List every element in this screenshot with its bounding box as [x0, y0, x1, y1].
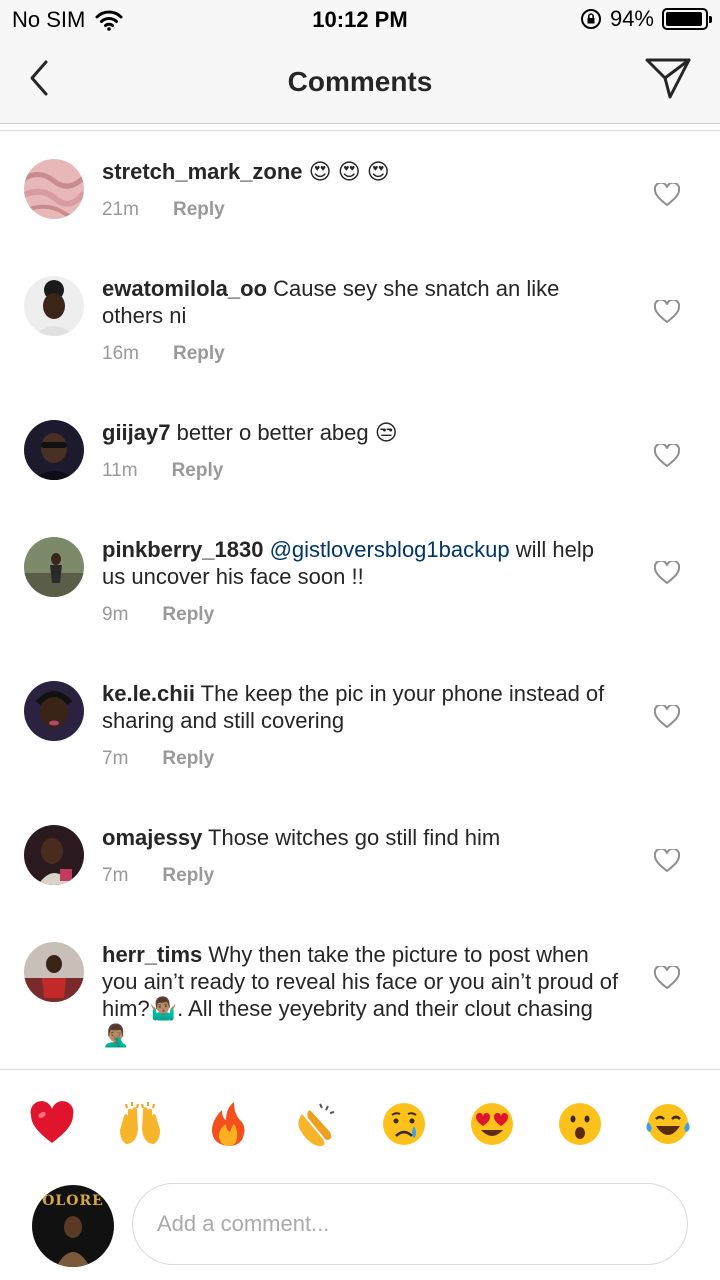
reply-button[interactable]: Reply	[162, 748, 214, 770]
comment-username[interactable]: ewatomilola_oo	[102, 276, 267, 301]
avatar[interactable]	[24, 276, 84, 336]
tears-of-joy-emoji-icon[interactable]	[644, 1100, 692, 1148]
heart-icon[interactable]	[654, 444, 680, 468]
heart-icon[interactable]	[654, 183, 680, 207]
comment-text: pinkberry_1830 @gistloversblog1backup wi…	[102, 536, 622, 590]
battery-fill	[666, 12, 702, 26]
comment-text: ewatomilola_oo Cause sey she snatch an l…	[102, 275, 622, 329]
heart-icon[interactable]	[654, 849, 680, 873]
comment-text: omajessy Those witches go still find him	[102, 824, 622, 851]
comment-username[interactable]: giijay7	[102, 420, 170, 445]
heart-icon[interactable]	[654, 705, 680, 729]
comment-meta: 21m Reply	[102, 199, 225, 221]
avatar[interactable]	[24, 420, 84, 480]
avatar[interactable]	[24, 681, 84, 741]
comment-username[interactable]: stretch_mark_zone	[102, 159, 303, 184]
comment-emojis: 😍 😍 😍	[308, 159, 390, 184]
comment-meta: 11m Reply	[102, 460, 223, 482]
battery-icon	[662, 8, 712, 30]
comment-meta: 9m Reply	[102, 604, 214, 626]
heart-eyes-emoji-icon[interactable]	[468, 1100, 516, 1148]
status-right: 94%	[580, 6, 712, 32]
comment-list[interactable]: stretch_mark_zone 😍 😍 😍 21m Reply ewatom…	[0, 131, 720, 1068]
comment-text: giijay7 better o better abeg 😒	[102, 419, 622, 446]
nav-bar: Comments	[0, 40, 720, 124]
comment-emojis: 😒	[374, 420, 398, 445]
comment-text: stretch_mark_zone 😍 😍 😍	[102, 158, 622, 185]
reply-button[interactable]: Reply	[162, 604, 214, 626]
comment-body: better o better abeg	[176, 420, 369, 445]
clapping-hands-emoji-icon[interactable]	[292, 1100, 340, 1148]
avatar[interactable]	[24, 942, 84, 1002]
comment-time: 7m	[102, 748, 129, 769]
comment-username[interactable]: ke.le.chii	[102, 681, 195, 706]
comment-username[interactable]: omajessy	[102, 825, 202, 850]
reply-button[interactable]: Reply	[162, 865, 214, 887]
page-title: Comments	[287, 66, 433, 97]
status-bar: No SIM 10:12 PM 94%	[0, 0, 720, 40]
heart-icon[interactable]	[654, 300, 680, 324]
avatar[interactable]	[24, 825, 84, 885]
comment-text: ke.le.chii The keep the pic in your phon…	[102, 680, 622, 734]
heart-icon[interactable]	[654, 966, 680, 990]
crying-face-emoji-icon[interactable]	[380, 1100, 428, 1148]
comment-time: 11m	[102, 460, 138, 481]
reply-button[interactable]: Reply	[172, 460, 224, 482]
reply-button[interactable]: Reply	[173, 343, 225, 365]
emoji-quick-bar	[0, 1069, 720, 1177]
heart-emoji-icon[interactable]	[28, 1100, 76, 1148]
fire-emoji-icon[interactable]	[204, 1100, 252, 1148]
comment-composer: OLORE	[0, 1177, 720, 1280]
comment-time: 9m	[102, 604, 129, 625]
battery-percent: 94%	[609, 6, 654, 31]
comment-input[interactable]	[132, 1183, 688, 1265]
paper-plane-icon[interactable]	[644, 56, 692, 100]
comment-time: 21m	[102, 199, 139, 220]
comment-meta: 7m Reply	[102, 748, 214, 770]
comment-mention[interactable]: @gistloversblog1backup	[270, 537, 510, 562]
heart-icon[interactable]	[654, 561, 680, 585]
avatar[interactable]	[24, 159, 84, 219]
raising-hands-emoji-icon[interactable]	[116, 1100, 164, 1148]
reply-button[interactable]: Reply	[173, 199, 225, 221]
comment-username[interactable]: herr_tims	[102, 942, 202, 967]
comment-text: herr_tims Why then take the picture to p…	[102, 941, 622, 1049]
avatar: OLORE	[32, 1185, 114, 1267]
comment-time: 7m	[102, 865, 129, 886]
avatar[interactable]	[24, 537, 84, 597]
comment-body: Those witches go still find him	[208, 825, 501, 850]
comment-username[interactable]: pinkberry_1830	[102, 537, 263, 562]
comment-time: 16m	[102, 343, 139, 364]
comment-meta: 16m Reply	[102, 343, 225, 365]
surprised-face-emoji-icon[interactable]	[556, 1100, 604, 1148]
comment-meta: 7m Reply	[102, 865, 214, 887]
rotation-lock-icon	[580, 9, 601, 29]
